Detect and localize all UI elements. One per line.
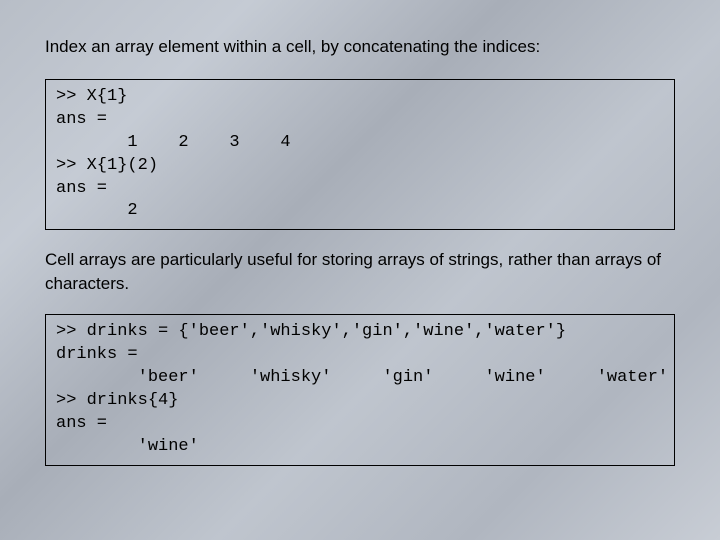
code-block-2: >> drinks = {'beer','whisky','gin','wine… xyxy=(45,314,675,466)
intro-text: Index an array element within a cell, by… xyxy=(45,35,675,59)
code-block-1: >> X{1} ans = 1 2 3 4 >> X{1}(2) ans = 2 xyxy=(45,79,675,231)
description-text: Cell arrays are particularly useful for … xyxy=(45,248,675,296)
